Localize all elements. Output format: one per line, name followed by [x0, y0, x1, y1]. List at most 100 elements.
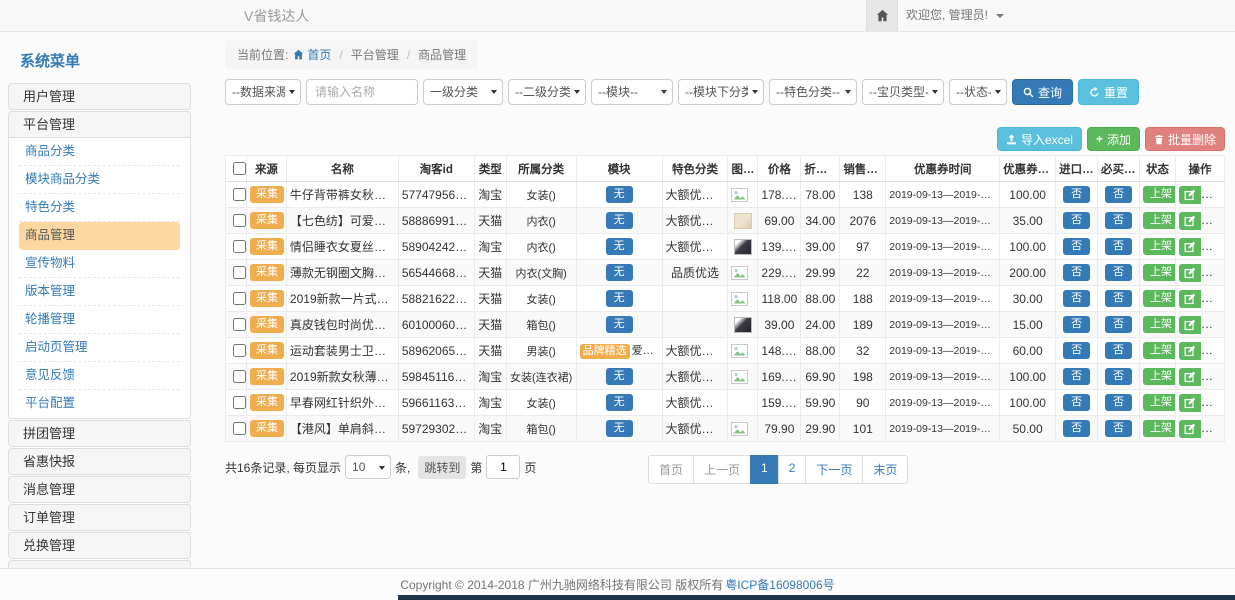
must-buy-toggle[interactable]: 否	[1105, 420, 1132, 437]
filter-data-source-select[interactable]: --数据来源--	[225, 79, 301, 105]
status-badge[interactable]: 上架	[1143, 368, 1175, 385]
edit-button[interactable]	[1179, 316, 1201, 334]
import-select-toggle[interactable]: 否	[1063, 238, 1090, 255]
import-select-toggle[interactable]: 否	[1063, 420, 1090, 437]
filter-product-name-input[interactable]	[306, 79, 418, 105]
must-buy-toggle[interactable]: 否	[1105, 238, 1132, 255]
edit-button[interactable]	[1179, 212, 1201, 230]
sidebar-item[interactable]: 模块商品分类	[19, 166, 180, 194]
pager-button[interactable]: 首页	[648, 455, 694, 484]
status-badge[interactable]: 上架	[1143, 420, 1175, 437]
sidebar-item[interactable]: 宣传物料	[19, 250, 180, 278]
edit-button[interactable]	[1179, 368, 1201, 386]
filter-feature-category-select[interactable]: --特色分类--	[769, 79, 857, 105]
edit-button[interactable]	[1179, 420, 1201, 438]
sidebar-item[interactable]: 版本管理	[19, 278, 180, 306]
icp-link[interactable]: 粤ICP备16098006号	[725, 576, 834, 593]
status-badge[interactable]: 上架	[1143, 290, 1175, 307]
status-badge[interactable]: 上架	[1143, 264, 1175, 281]
must-buy-toggle[interactable]: 否	[1105, 186, 1132, 203]
filter-category-level2-select[interactable]: --二级分类--	[508, 79, 586, 105]
home-icon	[293, 49, 304, 60]
edit-button[interactable]	[1179, 290, 1201, 308]
must-buy-toggle[interactable]: 否	[1105, 264, 1132, 281]
filter-item-type-select[interactable]: --宝贝类型--	[862, 79, 944, 105]
pager-button[interactable]: 下一页	[805, 455, 863, 484]
source-badge: 采集	[250, 186, 284, 203]
sidebar-group-toggle[interactable]: 拼团管理	[9, 421, 190, 446]
page-size-select[interactable]: 10	[345, 455, 391, 479]
sidebar-item[interactable]: 商品分类	[19, 138, 180, 166]
user-menu[interactable]: 欢迎您, 管理员!	[906, 0, 1004, 31]
status-badge[interactable]: 上架	[1143, 238, 1175, 255]
must-buy-toggle[interactable]: 否	[1105, 316, 1132, 333]
import-select-toggle[interactable]: 否	[1063, 316, 1090, 333]
filter-module-select[interactable]: --模块--	[591, 79, 673, 105]
edit-button[interactable]	[1179, 342, 1201, 360]
import-excel-button[interactable]: 导入excel	[997, 127, 1082, 151]
filter-status-select[interactable]: --状态--	[949, 79, 1007, 105]
status-badge[interactable]: 上架	[1143, 394, 1175, 411]
import-select-toggle[interactable]: 否	[1063, 342, 1090, 359]
status-badge[interactable]: 上架	[1143, 212, 1175, 229]
filter-module-subcategory-select[interactable]: --模块下分类--	[678, 79, 764, 105]
jump-button[interactable]: 跳转到	[418, 456, 466, 479]
status-badge[interactable]: 上架	[1143, 186, 1175, 203]
sidebar-group-toggle[interactable]: 用户管理	[9, 84, 190, 109]
status-badge[interactable]: 上架	[1143, 342, 1175, 359]
row-checkbox[interactable]	[233, 344, 246, 357]
edit-button[interactable]	[1179, 238, 1201, 256]
row-checkbox[interactable]	[233, 318, 246, 331]
row-checkbox[interactable]	[233, 266, 246, 279]
row-checkbox[interactable]	[233, 370, 246, 383]
must-buy-toggle[interactable]: 否	[1105, 368, 1132, 385]
import-select-toggle[interactable]: 否	[1063, 290, 1090, 307]
row-checkbox[interactable]	[233, 396, 246, 409]
import-select-toggle[interactable]: 否	[1063, 368, 1090, 385]
edit-button[interactable]	[1179, 394, 1201, 412]
must-buy-toggle[interactable]: 否	[1105, 212, 1132, 229]
cell-module: 无	[576, 364, 662, 390]
breadcrumb-home-link[interactable]: 首页	[293, 46, 331, 63]
filter-category-level1-select[interactable]: 一级分类	[423, 79, 503, 105]
sidebar-item[interactable]: 特色分类	[19, 194, 180, 222]
sidebar-group-toggle[interactable]: 平台管理	[9, 112, 190, 137]
row-checkbox[interactable]	[233, 188, 246, 201]
cell-coupon-time: 2019-09-13—2019-09-15	[886, 338, 1000, 364]
import-select-toggle[interactable]: 否	[1063, 186, 1090, 203]
must-buy-toggle[interactable]: 否	[1105, 394, 1132, 411]
search-button[interactable]: 查询	[1012, 79, 1073, 105]
edit-button[interactable]	[1179, 264, 1201, 282]
sidebar-group-toggle[interactable]: 消息管理	[9, 477, 190, 502]
sidebar-item[interactable]: 意见反馈	[19, 362, 180, 390]
must-buy-toggle[interactable]: 否	[1105, 342, 1132, 359]
home-button[interactable]	[866, 0, 898, 31]
row-checkbox[interactable]	[233, 214, 246, 227]
import-select-toggle[interactable]: 否	[1063, 264, 1090, 281]
select-all-checkbox[interactable]	[233, 162, 246, 175]
reset-button[interactable]: 重置	[1078, 79, 1139, 105]
sidebar-item[interactable]: 平台配置	[19, 390, 180, 418]
sidebar-group-toggle[interactable]: 订单管理	[9, 505, 190, 530]
pager-button[interactable]: 末页	[862, 455, 908, 484]
import-select-toggle[interactable]: 否	[1063, 394, 1090, 411]
pager-button[interactable]: 2	[778, 455, 807, 484]
edit-button[interactable]	[1179, 186, 1201, 204]
sidebar-item[interactable]: 启动页管理	[19, 334, 180, 362]
sidebar-item[interactable]: 轮播管理	[19, 306, 180, 334]
sidebar-group-toggle[interactable]: 兑换管理	[9, 533, 190, 558]
status-badge[interactable]: 上架	[1143, 316, 1175, 333]
pager-button[interactable]: 上一页	[693, 455, 751, 484]
add-button[interactable]: + 添加	[1087, 127, 1140, 151]
cell-feature-category: 大额优惠券	[662, 338, 728, 364]
row-checkbox[interactable]	[233, 240, 246, 253]
batch-delete-button[interactable]: 批量删除	[1145, 127, 1225, 151]
sidebar-group-toggle[interactable]: 省惠快报	[9, 449, 190, 474]
import-select-toggle[interactable]: 否	[1063, 212, 1090, 229]
jump-page-input[interactable]	[486, 455, 520, 479]
must-buy-toggle[interactable]: 否	[1105, 290, 1132, 307]
pager-current-page[interactable]: 1	[750, 455, 779, 484]
row-checkbox[interactable]	[233, 422, 246, 435]
sidebar-item-active[interactable]: 商品管理	[19, 222, 180, 250]
row-checkbox[interactable]	[233, 292, 246, 305]
